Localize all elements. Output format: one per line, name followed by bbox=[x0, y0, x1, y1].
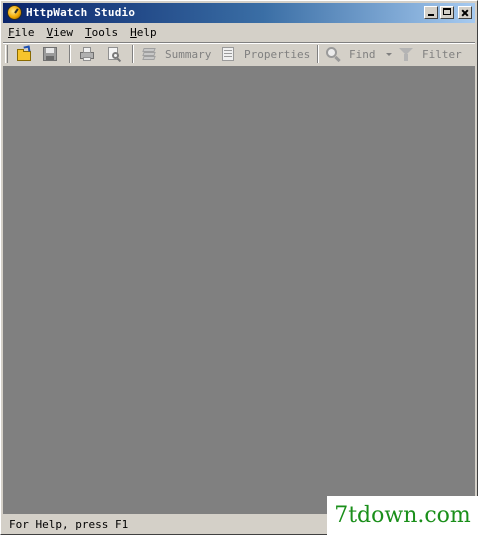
window-controls bbox=[424, 6, 472, 19]
toolbar-separator bbox=[132, 45, 134, 63]
open-button[interactable] bbox=[16, 45, 32, 63]
menu-file[interactable]: File bbox=[3, 25, 41, 41]
toolbar-grip[interactable] bbox=[5, 45, 8, 63]
filter-icon bbox=[398, 46, 414, 62]
minimize-icon[interactable] bbox=[424, 6, 438, 19]
print-preview-icon bbox=[106, 46, 122, 63]
menu-help-label: elp bbox=[136, 26, 157, 39]
summary-button[interactable]: Summary bbox=[141, 45, 211, 63]
find-label: Find bbox=[349, 47, 376, 61]
properties-icon bbox=[220, 46, 236, 62]
close-icon[interactable] bbox=[458, 6, 472, 19]
title-bar[interactable]: HttpWatch Studio bbox=[3, 3, 475, 23]
toolbar-separator bbox=[69, 45, 71, 63]
site-watermark: 7tdown.com bbox=[327, 496, 478, 535]
properties-label: Properties bbox=[244, 47, 311, 61]
toolbar-separator bbox=[317, 45, 319, 63]
toolbar: Summary Properties Find Filter bbox=[3, 43, 475, 65]
menu-help-hotkey: H bbox=[130, 26, 137, 39]
print-preview-button[interactable] bbox=[106, 45, 122, 63]
menu-tools[interactable]: Tools bbox=[79, 25, 124, 41]
app-window: HttpWatch Studio File View Tools Help Su… bbox=[0, 0, 478, 535]
find-icon bbox=[325, 46, 341, 63]
maximize-icon[interactable] bbox=[440, 6, 454, 19]
menu-tools-hotkey: T bbox=[85, 26, 92, 39]
workspace-area[interactable] bbox=[3, 66, 475, 514]
menu-file-hotkey: F bbox=[8, 26, 15, 39]
menu-view[interactable]: View bbox=[41, 25, 80, 41]
summary-label: Summary bbox=[165, 47, 212, 61]
find-button[interactable]: Find bbox=[325, 45, 392, 63]
window-title: HttpWatch Studio bbox=[26, 6, 136, 19]
open-folder-icon bbox=[16, 45, 32, 62]
menu-view-label: iew bbox=[53, 26, 73, 39]
menu-file-label: ile bbox=[14, 26, 35, 39]
properties-button[interactable]: Properties bbox=[220, 45, 310, 63]
menu-tools-label: ools bbox=[91, 26, 119, 39]
menu-help[interactable]: Help bbox=[124, 25, 163, 41]
httpwatch-app-icon[interactable] bbox=[7, 5, 22, 20]
summary-icon bbox=[141, 46, 157, 62]
save-button[interactable] bbox=[42, 45, 58, 63]
filter-button[interactable]: Filter bbox=[398, 45, 462, 63]
filter-label: Filter bbox=[422, 47, 462, 61]
menu-bar: File View Tools Help bbox=[3, 25, 163, 41]
print-button[interactable] bbox=[79, 45, 95, 63]
save-icon bbox=[42, 46, 58, 62]
print-icon bbox=[79, 46, 95, 62]
find-dropdown-arrow-icon[interactable] bbox=[385, 52, 392, 56]
status-help-text: For Help, press F1 bbox=[9, 518, 129, 531]
